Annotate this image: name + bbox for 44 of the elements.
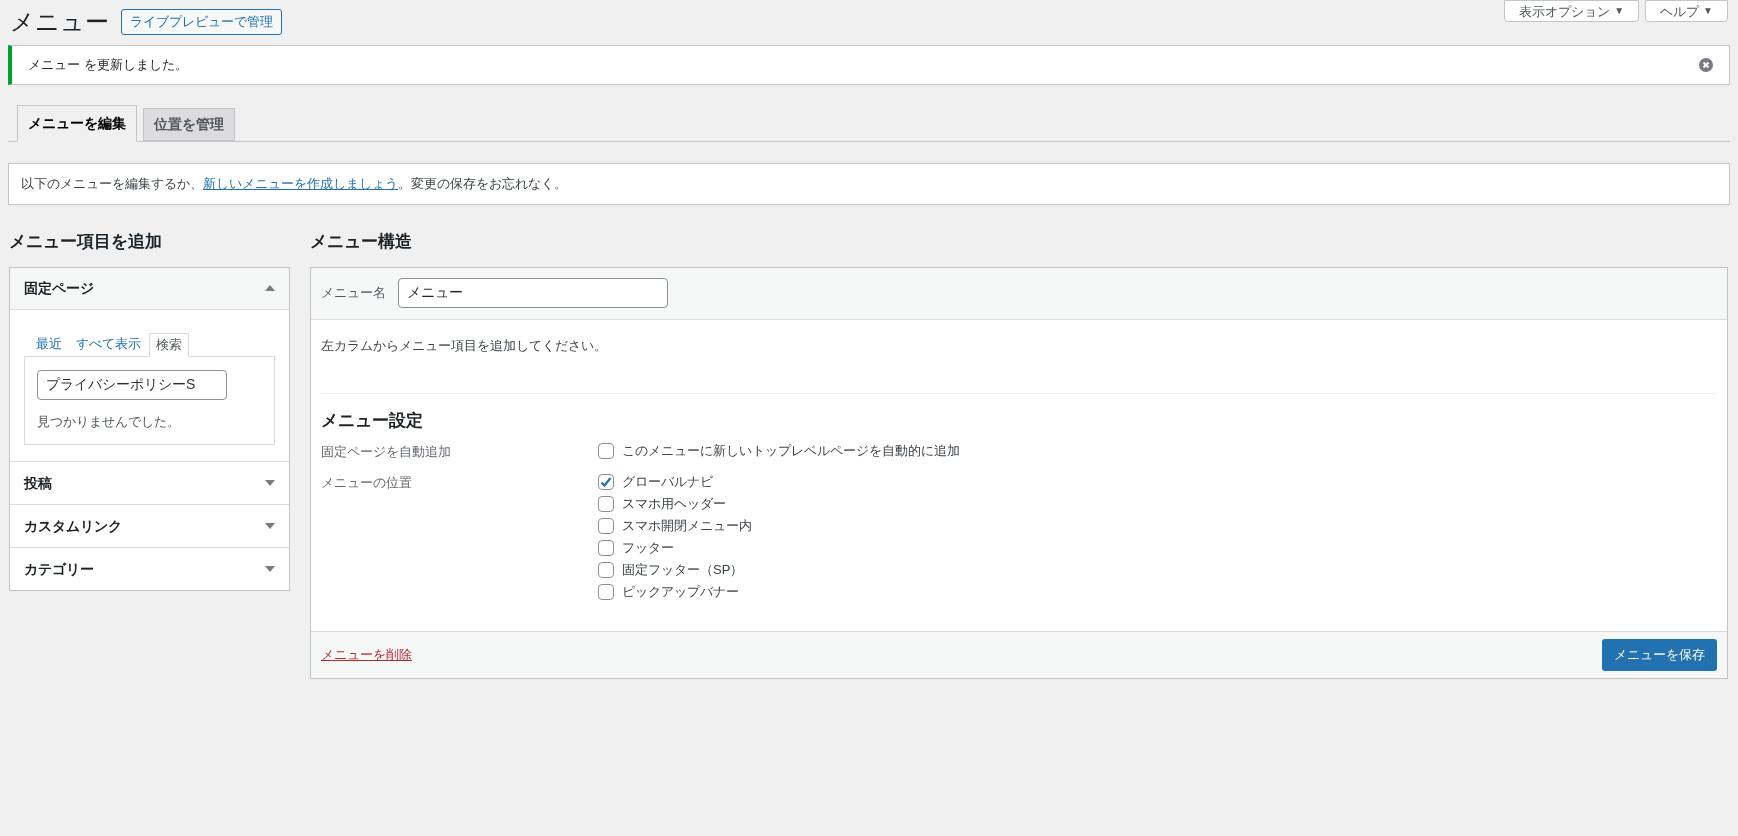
checkbox[interactable] xyxy=(598,474,614,490)
menu-name-label: メニュー名 xyxy=(321,284,386,303)
section-heading: メニュー構造 xyxy=(310,231,413,253)
checkbox[interactable] xyxy=(598,496,614,512)
page-title: メニュー xyxy=(10,10,109,34)
setting-label: 固定ページを自動追加 xyxy=(321,442,452,461)
option-label: スマホ用ヘッダー xyxy=(622,495,726,514)
option-label: グローバルナビ xyxy=(622,473,713,492)
delete-menu-link[interactable]: メニューを削除 xyxy=(321,645,412,665)
option-label: このメニューに新しいトップレベルページを自動的に追加 xyxy=(622,441,960,460)
search-result: 見つかりませんでした。 xyxy=(37,412,181,431)
info-text: 以下のメニューを編集するか、新しいメニューを作成しましょう。変更の保存をお忘れなく。 xyxy=(21,175,567,194)
dismiss-icon[interactable] xyxy=(1699,58,1713,72)
checkbox[interactable] xyxy=(598,584,614,600)
option-label: フッター xyxy=(622,539,674,558)
section-heading: メニュー項目を追加 xyxy=(9,231,163,253)
collapse-arrow-icon xyxy=(265,285,275,291)
menu-name-field[interactable]: メニュー xyxy=(398,278,668,308)
notice-message: メニュー を更新しました。 xyxy=(28,56,188,75)
subtab[interactable]: すべて表示 xyxy=(70,331,147,356)
create-menu-link[interactable]: 新しいメニューを作成しましょう xyxy=(203,176,398,192)
option-label: スマホ開閉メニュー内 xyxy=(622,517,752,536)
checkbox[interactable] xyxy=(598,540,614,556)
tab[interactable]: 位置を管理 xyxy=(143,108,235,141)
option-label: ピックアップバナー xyxy=(622,583,739,602)
expand-arrow-icon xyxy=(265,566,275,572)
screen-options-button[interactable]: 表示オプション ▼ xyxy=(1504,0,1640,22)
live-preview-button[interactable]: ライブプレビューで管理 xyxy=(121,9,282,35)
subtab[interactable]: 検索 xyxy=(149,332,189,357)
accordion-header[interactable]: 固定ページ xyxy=(10,267,289,310)
checkbox[interactable] xyxy=(598,442,614,459)
option-label: 固定フッター（SP） xyxy=(622,561,744,580)
screen-options-button[interactable]: ヘルプ ▼ xyxy=(1645,0,1728,22)
save-menu-button[interactable]: メニューを保存 xyxy=(1602,639,1717,671)
search-field[interactable]: プライバシーポリシーS xyxy=(37,369,227,400)
expand-arrow-icon xyxy=(265,480,275,486)
setting-label: メニューの位置 xyxy=(321,474,413,492)
tab[interactable]: メニューを編集 xyxy=(17,105,137,142)
settings-heading: メニュー設定 xyxy=(321,410,424,432)
subtab[interactable]: 最近 xyxy=(30,331,68,356)
checkbox[interactable] xyxy=(598,518,614,534)
hint-text: 左カラムからメニュー項目を追加してください。 xyxy=(321,336,608,355)
expand-arrow-icon xyxy=(265,523,275,529)
checkbox[interactable] xyxy=(598,562,614,578)
